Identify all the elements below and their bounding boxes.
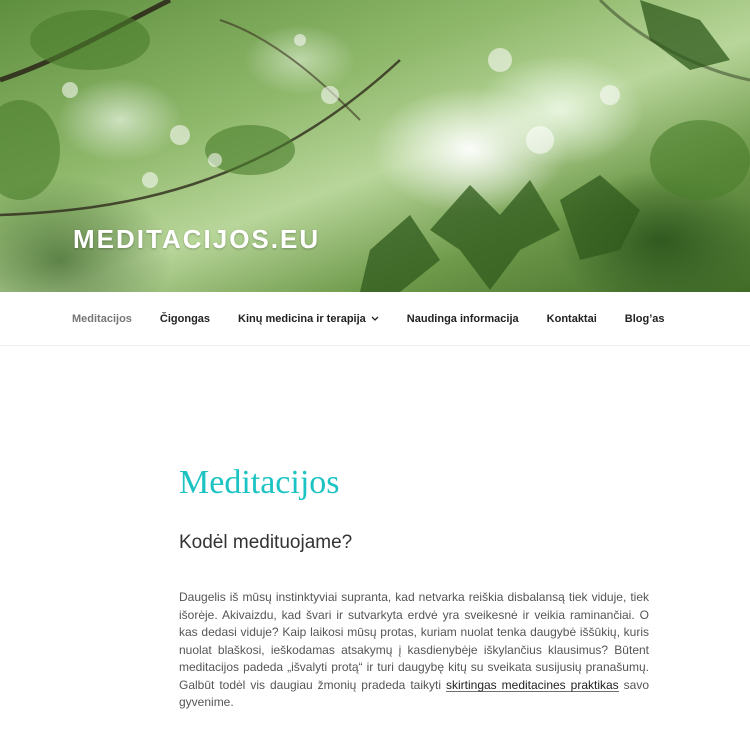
nav-item-label: Naudinga informacija [406,312,519,325]
nav-item-kontaktai[interactable]: Kontaktai [533,313,611,325]
nav-item-cigongas[interactable]: Čigongas [146,313,224,325]
header-image: MEDITACIJOS.EU [0,0,750,292]
nav-item-label: Kontaktai [546,312,597,325]
nav-item-blogas[interactable]: Blog’as [611,313,679,325]
paragraph-text: Daugelis iš mūsų instinktyviai supranta,… [179,590,649,692]
nav-item-label: Blog’as [624,312,665,325]
section-heading: Kodėl medituojame? [179,532,353,554]
nav-item-label: Kinų medicina ir terapija [238,312,366,325]
nav-item-label: Čigongas [159,312,211,325]
chevron-down-icon[interactable] [371,315,379,324]
page-title: Meditacijos [179,464,340,501]
main-content: Meditacijos Kodėl medituojame? Daugelis … [179,464,649,712]
main-navigation: Meditacijos Čigongas Kinų medicina ir te… [0,292,750,346]
nav-item-kinu-medicina[interactable]: Kinų medicina ir terapija [224,313,393,325]
meditation-practices-link[interactable]: skirtingas meditacines praktikas [446,678,619,692]
nav-item-naudinga-informacija[interactable]: Naudinga informacija [393,313,533,325]
nav-item-label: Meditacijos [72,312,132,325]
nav-item-meditacijos[interactable]: Meditacijos [58,313,146,325]
site-title[interactable]: MEDITACIJOS.EU [73,224,320,255]
intro-paragraph: Daugelis iš mūsų instinktyviai supranta,… [179,589,649,712]
